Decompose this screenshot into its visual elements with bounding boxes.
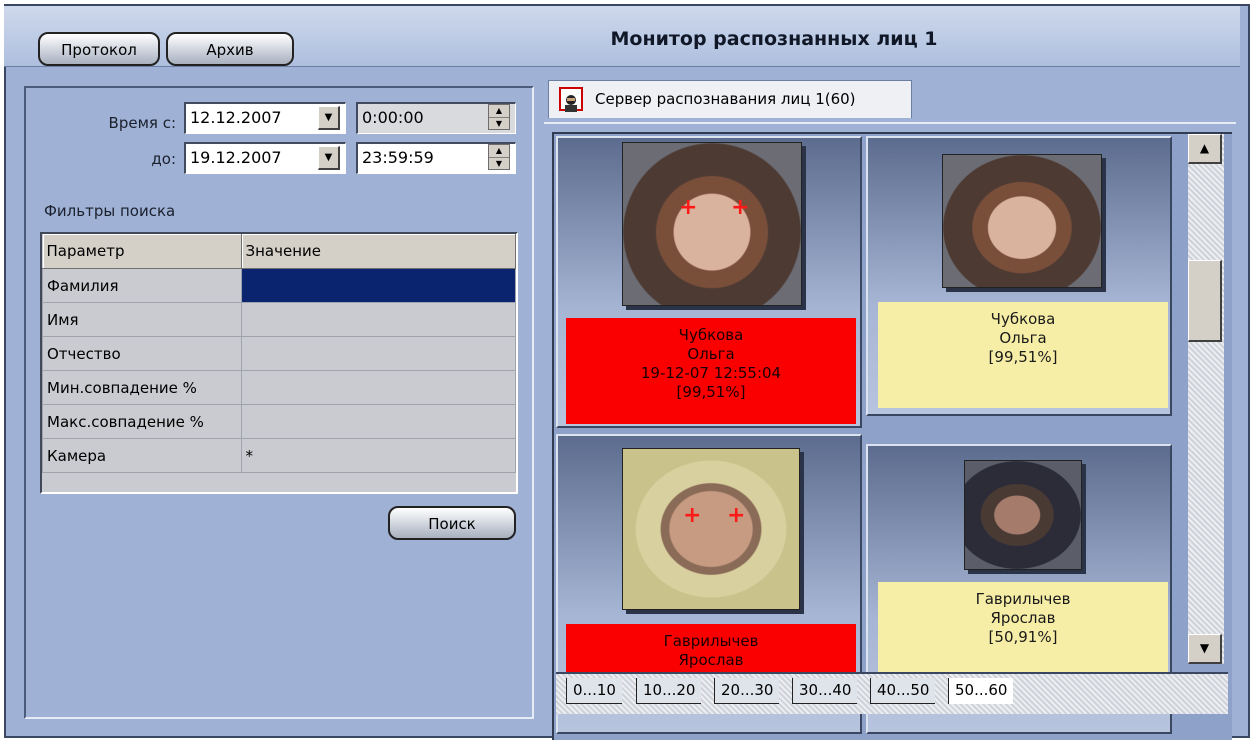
grid-header-row: Параметр Значение xyxy=(42,234,516,269)
last-name: Гаврилычев xyxy=(975,590,1071,608)
param-cell: Мин.совпадение % xyxy=(42,370,242,405)
tab-recognition-server[interactable]: Сервер распознавания лиц 1(60) xyxy=(548,80,912,118)
tab-page-40-50[interactable]: 40...50 xyxy=(870,678,936,704)
tab-page-20-30[interactable]: 20...30 xyxy=(714,678,780,704)
eye-marker-icon: + xyxy=(731,195,750,220)
eye-marker-icon: + xyxy=(683,503,702,528)
face-photo: + + xyxy=(622,448,800,610)
first-name: Ярослав xyxy=(990,609,1056,627)
timestamp: 19-12-07 12:55:04 xyxy=(640,364,782,382)
column-header-param[interactable]: Параметр xyxy=(42,234,242,269)
table-row[interactable]: Имя xyxy=(42,302,516,337)
archive-button[interactable]: Архив xyxy=(166,32,294,66)
param-cell: Имя xyxy=(42,302,242,337)
last-name: Чубкова xyxy=(678,326,744,344)
server-tab-label: Сервер распознавания лиц 1(60) xyxy=(595,90,856,108)
table-row[interactable]: Отчество xyxy=(42,336,516,371)
first-name: Ольга xyxy=(999,329,1047,347)
eye-marker-icon: + xyxy=(727,503,746,528)
face-cards-grid: + + Чубкова Ольга 19-12-07 12:55:04 [99,… xyxy=(552,132,1232,740)
eye-marker-icon: + xyxy=(679,195,698,220)
value-cell[interactable] xyxy=(240,268,516,303)
table-row[interactable]: Мин.совпадение % xyxy=(42,370,516,405)
last-name: Гаврилычев xyxy=(663,632,759,650)
value-cell[interactable] xyxy=(240,370,516,405)
match-score: [99,51%] xyxy=(988,348,1058,366)
param-cell: Камера xyxy=(42,438,242,473)
time-to-label: до: xyxy=(151,150,176,168)
first-name: Ярослав xyxy=(678,651,744,669)
protocol-button[interactable]: Протокол xyxy=(38,32,160,66)
value-cell[interactable]: * xyxy=(240,438,516,473)
table-row[interactable]: Макс.совпадение % xyxy=(42,404,516,439)
column-header-value[interactable]: Значение xyxy=(241,234,516,269)
table-row[interactable]: Фамилия xyxy=(42,268,516,303)
match-score: [50,91%] xyxy=(988,628,1058,646)
value-cell[interactable] xyxy=(240,302,516,337)
search-button[interactable]: Поиск xyxy=(388,506,516,540)
face-photo xyxy=(964,460,1082,570)
face-photo: + + xyxy=(622,142,802,306)
table-row[interactable]: Камера * xyxy=(42,438,516,473)
face-card[interactable]: Чубкова Ольга [99,51%] xyxy=(866,136,1172,416)
title-bar: Протокол Архив Монитор распознанных лиц … xyxy=(4,6,1240,67)
match-score: [99,51%] xyxy=(676,383,746,401)
scroll-thumb[interactable] xyxy=(1188,260,1222,342)
window-title: Монитор распознанных лиц 1 xyxy=(610,28,938,50)
vertical-scrollbar[interactable]: ▲ ▼ xyxy=(1188,134,1224,664)
tab-page-30-40[interactable]: 30...40 xyxy=(792,678,858,704)
date-from-dropdown-icon[interactable]: ▼ xyxy=(318,106,340,130)
server-tab-strip: Сервер распознавания лиц 1(60) xyxy=(544,76,1236,124)
match-caption: Чубкова Ольга 19-12-07 12:55:04 [99,51%] xyxy=(566,318,856,424)
face-card[interactable]: + + Чубкова Ольга 19-12-07 12:55:04 [99,… xyxy=(556,136,862,428)
scroll-down-icon[interactable]: ▼ xyxy=(1188,634,1222,664)
date-to-dropdown-icon[interactable]: ▼ xyxy=(318,146,340,170)
param-cell: Фамилия xyxy=(42,268,242,303)
value-cell[interactable] xyxy=(240,336,516,371)
search-filters-title: Фильтры поиска xyxy=(44,202,176,220)
time-from-spinner-icon[interactable]: ▲ ▼ xyxy=(488,104,510,130)
tab-page-50-60[interactable]: 50...60 xyxy=(948,678,1014,704)
filter-grid: Параметр Значение Фамилия Имя Отчество М… xyxy=(40,232,518,494)
time-to-spinner-icon[interactable]: ▲ ▼ xyxy=(488,144,510,170)
face-photo xyxy=(942,154,1102,288)
page-tabs: 0...10 10...20 20...30 30...40 40...50 5… xyxy=(556,672,1228,714)
scroll-up-icon[interactable]: ▲ xyxy=(1188,134,1222,164)
param-cell: Отчество xyxy=(42,336,242,371)
time-from-label: Время с: xyxy=(108,114,176,132)
first-name: Ольга xyxy=(687,345,735,363)
info-caption: Чубкова Ольга [99,51%] xyxy=(878,302,1168,408)
value-cell[interactable] xyxy=(240,404,516,439)
param-cell: Макс.совпадение % xyxy=(42,404,242,439)
face-server-icon xyxy=(559,87,583,112)
last-name: Чубкова xyxy=(990,310,1056,328)
tab-page-0-10[interactable]: 0...10 xyxy=(566,678,622,704)
tab-page-10-20[interactable]: 10...20 xyxy=(636,678,702,704)
